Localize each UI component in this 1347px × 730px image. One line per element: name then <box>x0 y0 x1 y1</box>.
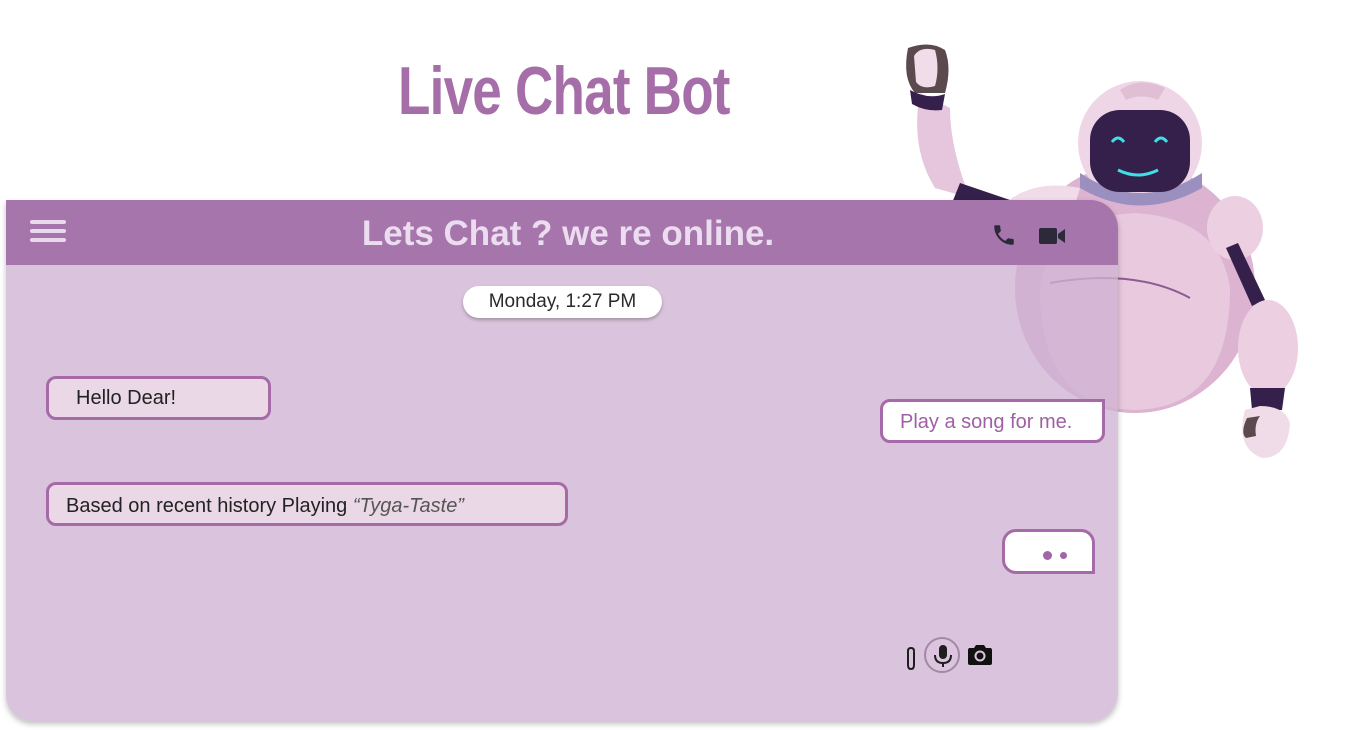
bot-message-text: Based on recent history Playing <box>66 495 353 517</box>
phone-icon[interactable] <box>991 222 1017 248</box>
song-title: “Tyga-Taste” <box>352 495 464 517</box>
user-message-text: Play a song for me. <box>900 411 1073 433</box>
page-title: Live Chat Bot <box>398 53 730 129</box>
chat-header-title: Lets Chat ? we re online. <box>361 214 775 253</box>
bot-message: Hello Dear! <box>46 376 271 420</box>
chat-header: Lets Chat ? we re online. <box>6 200 1118 265</box>
date-separator: Monday, 1:27 PM <box>463 286 662 318</box>
typing-dot <box>1043 551 1052 560</box>
paperclip-icon[interactable] <box>902 646 920 672</box>
typing-dot <box>1060 552 1067 559</box>
bot-message-text: Hello Dear! <box>76 387 177 409</box>
user-message: Play a song for me. <box>880 399 1105 443</box>
chat-window: Lets Chat ? we re online. Monday, 1:27 P… <box>6 200 1118 721</box>
typing-indicator <box>1002 529 1095 574</box>
camera-icon[interactable] <box>966 643 994 667</box>
bot-message: Based on recent history Playing “Tyga-Ta… <box>46 482 568 526</box>
microphone-icon <box>934 645 952 667</box>
microphone-button[interactable] <box>924 637 960 673</box>
video-camera-icon[interactable] <box>1038 226 1066 246</box>
